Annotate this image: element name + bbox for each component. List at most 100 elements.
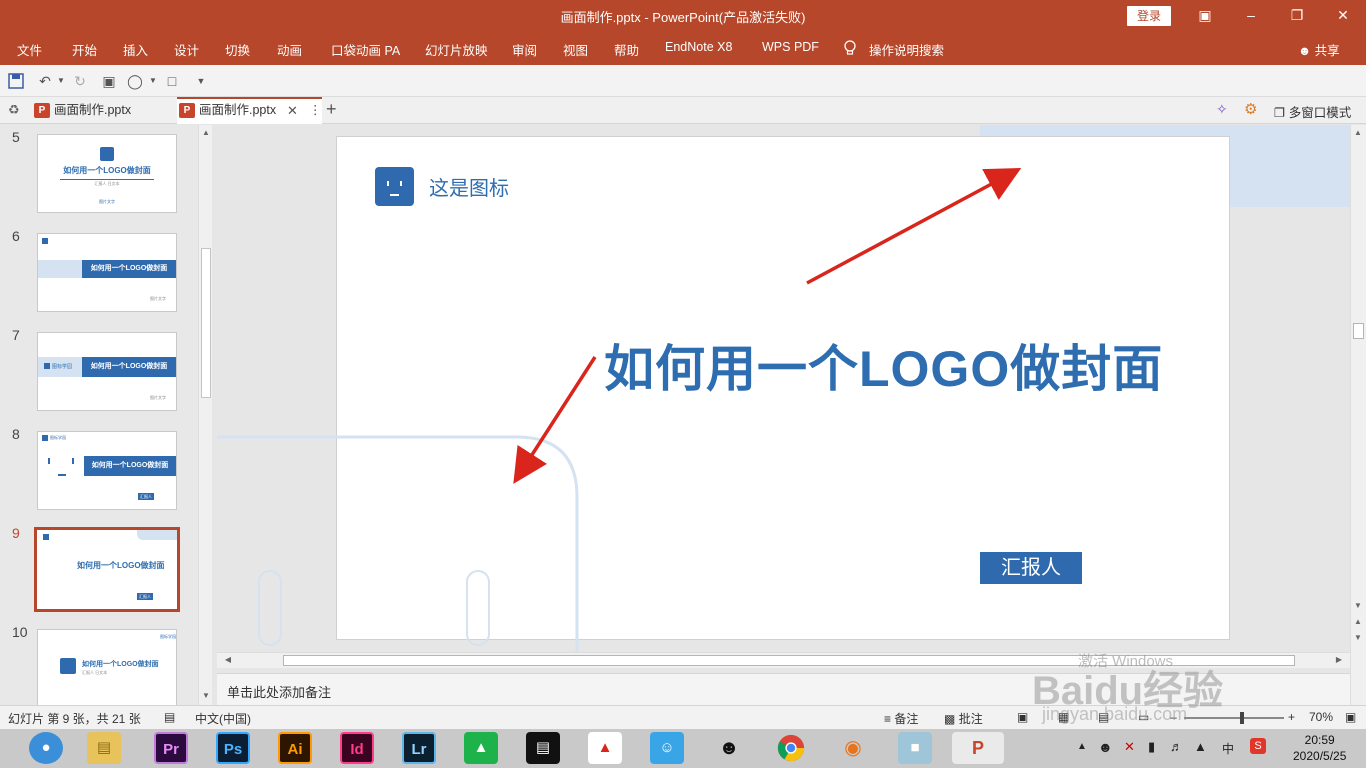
zoom-out-icon[interactable]: – bbox=[1170, 710, 1177, 724]
previous-slide-icon[interactable]: ▲ bbox=[1351, 617, 1365, 626]
green-app-icon[interactable]: ▲ bbox=[464, 732, 498, 764]
history-icon[interactable]: ♻ bbox=[8, 102, 24, 118]
redo-icon[interactable]: ↻ bbox=[71, 72, 89, 90]
share-button[interactable]: ☻ 共享 bbox=[1298, 40, 1340, 59]
close-icon[interactable]: ✕ bbox=[1320, 0, 1366, 32]
scroll-up-icon[interactable]: ▲ bbox=[199, 128, 213, 137]
new-tab-icon[interactable]: + bbox=[326, 99, 337, 120]
new-file-icon[interactable]: □ bbox=[163, 72, 181, 90]
zoom-level[interactable]: 70% bbox=[1309, 710, 1333, 724]
zoom-in-icon[interactable]: + bbox=[1288, 710, 1295, 724]
video-editor-icon[interactable]: ▤ bbox=[526, 732, 560, 764]
indesign-icon[interactable]: Id bbox=[340, 732, 374, 764]
scroll-down-icon[interactable]: ▼ bbox=[199, 691, 213, 700]
scrollbar-thumb[interactable] bbox=[1353, 323, 1364, 339]
zoom-slider-handle[interactable] bbox=[1240, 712, 1244, 724]
tab-help[interactable]: 帮助 bbox=[614, 40, 639, 59]
photoshop-icon[interactable]: Ps bbox=[216, 732, 250, 764]
normal-view-icon[interactable]: ▣ bbox=[1017, 710, 1028, 724]
thumbnail-scrollbar[interactable]: ▲ ▼ bbox=[198, 125, 212, 705]
volume-tray-icon[interactable]: ♬ bbox=[1170, 739, 1183, 754]
notes-app-icon[interactable]: ■ bbox=[898, 732, 932, 764]
scroll-left-icon[interactable]: ◀ bbox=[221, 655, 235, 664]
zoom-slider[interactable] bbox=[1184, 712, 1284, 724]
slide-thumbnail-10[interactable]: 图标学园 如何用一个LOGO做封面 汇报人 日文本 bbox=[37, 629, 177, 705]
document-tab-1[interactable]: P 画面制作.pptx bbox=[32, 97, 172, 124]
tab-slideshow[interactable]: 幻灯片放映 bbox=[425, 40, 488, 59]
tab-view[interactable]: 视图 bbox=[563, 40, 588, 59]
sogou-ime-icon[interactable]: S bbox=[1250, 738, 1266, 754]
orange-app-icon[interactable]: ◉ bbox=[836, 732, 870, 764]
comments-toggle[interactable]: ▩ 批注 bbox=[944, 710, 983, 727]
touch-mode-icon[interactable]: ◯ bbox=[126, 72, 144, 90]
magic-wand-icon[interactable]: ✧ bbox=[1216, 101, 1228, 118]
multi-window-mode-button[interactable]: ❐ 多窗口模式 bbox=[1274, 102, 1351, 121]
settings-gear-icon[interactable]: ⚙ bbox=[1244, 100, 1257, 118]
tab-more-icon[interactable]: ⋮ bbox=[309, 99, 322, 122]
tab-file[interactable]: 文件 bbox=[17, 40, 42, 59]
ime-indicator[interactable]: 中 bbox=[1222, 740, 1234, 757]
slideshow-start-icon[interactable]: ▣ bbox=[100, 72, 118, 90]
tab-design[interactable]: 设计 bbox=[174, 40, 199, 59]
slide-thumbnail-6[interactable]: 如何用一个LOGO做封面 图片文字 bbox=[37, 233, 177, 312]
scroll-down-icon[interactable]: ▼ bbox=[1351, 601, 1365, 610]
language-indicator[interactable]: 中文(中国) bbox=[195, 710, 251, 727]
fit-to-window-icon[interactable]: ▣ bbox=[1345, 710, 1356, 724]
notes-toggle[interactable]: ≡ 备注 bbox=[884, 710, 918, 727]
ribbon-display-icon[interactable]: ▣ bbox=[1182, 0, 1228, 32]
powerpoint-taskbar-icon[interactable]: P bbox=[952, 732, 1004, 764]
document-tab-2[interactable]: P 画面制作.pptx ✕ ⋮ bbox=[177, 97, 322, 124]
tab-insert[interactable]: 插入 bbox=[123, 40, 148, 59]
cat-app-icon[interactable]: ☺ bbox=[650, 732, 684, 764]
minimize-icon[interactable]: – bbox=[1228, 0, 1274, 32]
canvas-horizontal-scrollbar[interactable]: ◀ ▶ bbox=[217, 652, 1350, 668]
slide-thumbnail-9[interactable]: 如何用一个LOGO做封面 汇报人 bbox=[34, 527, 180, 612]
tab-pocket-animation[interactable]: 口袋动画 PA bbox=[331, 40, 400, 59]
premiere-icon[interactable]: Pr bbox=[154, 732, 188, 764]
accessibility-icon[interactable]: ▤ bbox=[164, 710, 175, 724]
close-tab-icon[interactable]: ✕ bbox=[287, 99, 298, 122]
scrollbar-thumb[interactable] bbox=[201, 248, 211, 398]
reading-view-icon[interactable]: ▤ bbox=[1098, 710, 1109, 724]
maximize-icon[interactable]: ❐ bbox=[1274, 0, 1320, 32]
windows-icon: ❐ bbox=[1274, 106, 1286, 120]
login-button[interactable]: 登录 bbox=[1127, 6, 1171, 26]
slide-thumbnail-8[interactable]: 图标学园 如何用一个LOGO做封面 汇报人 bbox=[37, 431, 177, 510]
undo-dropdown-icon[interactable]: ▼ bbox=[52, 72, 70, 90]
slide-sorter-icon[interactable]: ▦ bbox=[1058, 710, 1069, 724]
chrome-icon[interactable] bbox=[774, 732, 808, 764]
scroll-up-icon[interactable]: ▲ bbox=[1351, 128, 1365, 137]
show-hidden-icons[interactable]: ▲ bbox=[1077, 741, 1087, 752]
battery-tray-icon[interactable]: ▮ bbox=[1148, 739, 1155, 755]
tab-review[interactable]: 审阅 bbox=[512, 40, 537, 59]
slide-thumbnail-5[interactable]: 如何用一个LOGO做封面 汇报人 日文本 图片文字 bbox=[37, 134, 177, 213]
tell-me-search[interactable]: 操作说明搜索 bbox=[869, 40, 944, 59]
tab-animations[interactable]: 动画 bbox=[277, 40, 302, 59]
tab-home[interactable]: 开始 bbox=[72, 40, 97, 59]
next-slide-icon[interactable]: ▼ bbox=[1351, 633, 1365, 642]
qq-icon[interactable]: ☻ bbox=[712, 732, 746, 764]
illustrator-icon[interactable]: Ai bbox=[278, 732, 312, 764]
canvas-vertical-scrollbar[interactable]: ▲ ▼ ▲ ▼ bbox=[1350, 125, 1366, 705]
scrollbar-thumb[interactable] bbox=[283, 655, 1295, 666]
wifi-tray-icon[interactable]: ▲ bbox=[1194, 739, 1207, 754]
slideshow-view-icon[interactable]: ▭ bbox=[1138, 710, 1149, 724]
qq-tray-icon[interactable]: ☻ bbox=[1098, 739, 1113, 755]
customize-qat-icon[interactable]: ▼ bbox=[192, 72, 210, 90]
slide-thumbnail-7[interactable]: 图标学园 如何用一个LOGO做封面 图片文字 bbox=[37, 332, 177, 411]
system-clock[interactable]: 20:59 2020/5/25 bbox=[1293, 732, 1346, 764]
notes-pane[interactable]: 单击此处添加备注 bbox=[217, 673, 1350, 705]
tab-wps-pdf[interactable]: WPS PDF bbox=[762, 40, 819, 54]
lightroom-icon[interactable]: Lr bbox=[402, 732, 436, 764]
tab-endnote[interactable]: EndNote X8 bbox=[665, 40, 732, 54]
touch-dropdown-icon[interactable]: ▼ bbox=[144, 72, 162, 90]
browser-icon[interactable]: ● bbox=[29, 732, 63, 764]
scroll-right-icon[interactable]: ▶ bbox=[1332, 655, 1346, 664]
file-explorer-icon[interactable]: ▤ bbox=[87, 732, 121, 764]
save-icon[interactable] bbox=[7, 72, 25, 90]
tab-transitions[interactable]: 切换 bbox=[225, 40, 250, 59]
notes-placeholder[interactable]: 单击此处添加备注 bbox=[227, 682, 331, 701]
network-tray-icon[interactable]: ✕ bbox=[1124, 739, 1135, 755]
red-app-icon[interactable]: ▲ bbox=[588, 732, 622, 764]
thumbnail-number: 9 bbox=[12, 525, 20, 541]
